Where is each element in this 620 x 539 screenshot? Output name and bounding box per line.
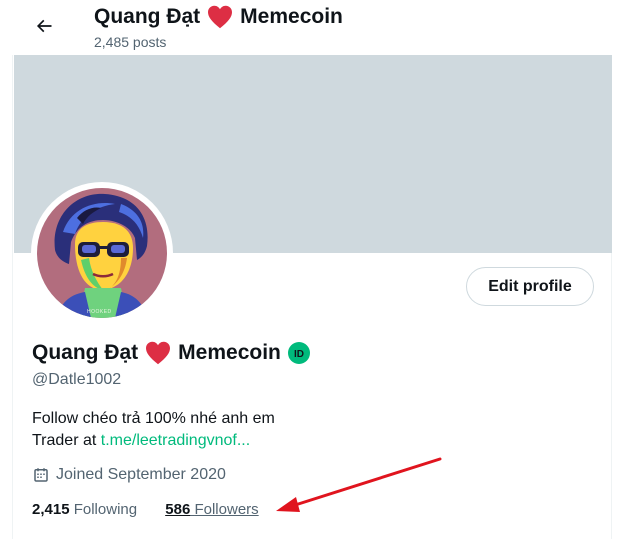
display-name-text: Quang Đạt bbox=[32, 341, 139, 364]
avatar-portrait-image bbox=[37, 188, 167, 318]
bio-line-2-prefix: Trader at bbox=[32, 432, 101, 449]
following-link[interactable]: 2,415 Following bbox=[32, 501, 137, 518]
profile-display-name: Quang Đạt Memecoin ID bbox=[32, 341, 310, 365]
id-badge-icon[interactable]: ID bbox=[287, 342, 310, 364]
header-name-suffix: Memecoin bbox=[240, 5, 343, 28]
arrow-left-icon bbox=[36, 19, 52, 33]
heart-icon bbox=[146, 341, 171, 365]
display-name-suffix: Memecoin bbox=[178, 341, 281, 364]
posts-count: 2,485 posts bbox=[94, 34, 167, 50]
header-display-name: Quang Đạt Memecoin bbox=[94, 5, 343, 29]
followers-link[interactable]: 586 Followers bbox=[165, 501, 258, 518]
profile-header-bar: Quang Đạt Memecoin 2,485 posts bbox=[0, 0, 620, 55]
followers-label: Followers bbox=[194, 501, 259, 518]
joined-text: Joined September 2020 bbox=[56, 466, 226, 483]
avatar-caption: HOOKED bbox=[87, 309, 112, 315]
followers-count: 586 bbox=[165, 501, 191, 518]
profile-handle: @Datle1002 bbox=[32, 371, 122, 388]
header-name-text: Quang Đạt bbox=[94, 5, 201, 28]
bio-line-2: Trader at t.me/leetradingvnof... bbox=[32, 430, 275, 452]
heart-icon bbox=[208, 5, 233, 29]
bio-link[interactable]: t.me/leetradingvnof... bbox=[101, 432, 250, 449]
bio-line-1: Follow chéo trả 100% nhé anh em bbox=[32, 410, 275, 427]
edit-profile-button[interactable]: Edit profile bbox=[466, 267, 594, 306]
calendar-icon bbox=[34, 468, 48, 482]
following-count: 2,415 bbox=[32, 501, 70, 518]
profile-bio: Follow chéo trả 100% nhé anh em Trader a… bbox=[32, 408, 275, 452]
joined-date: Joined September 2020 bbox=[32, 466, 226, 484]
back-button[interactable] bbox=[26, 8, 62, 44]
follow-stats: 2,415 Following 586 Followers bbox=[32, 501, 259, 518]
following-label: Following bbox=[73, 501, 138, 518]
avatar[interactable]: HOOKED bbox=[37, 188, 167, 318]
svg-text:ID: ID bbox=[294, 349, 304, 360]
